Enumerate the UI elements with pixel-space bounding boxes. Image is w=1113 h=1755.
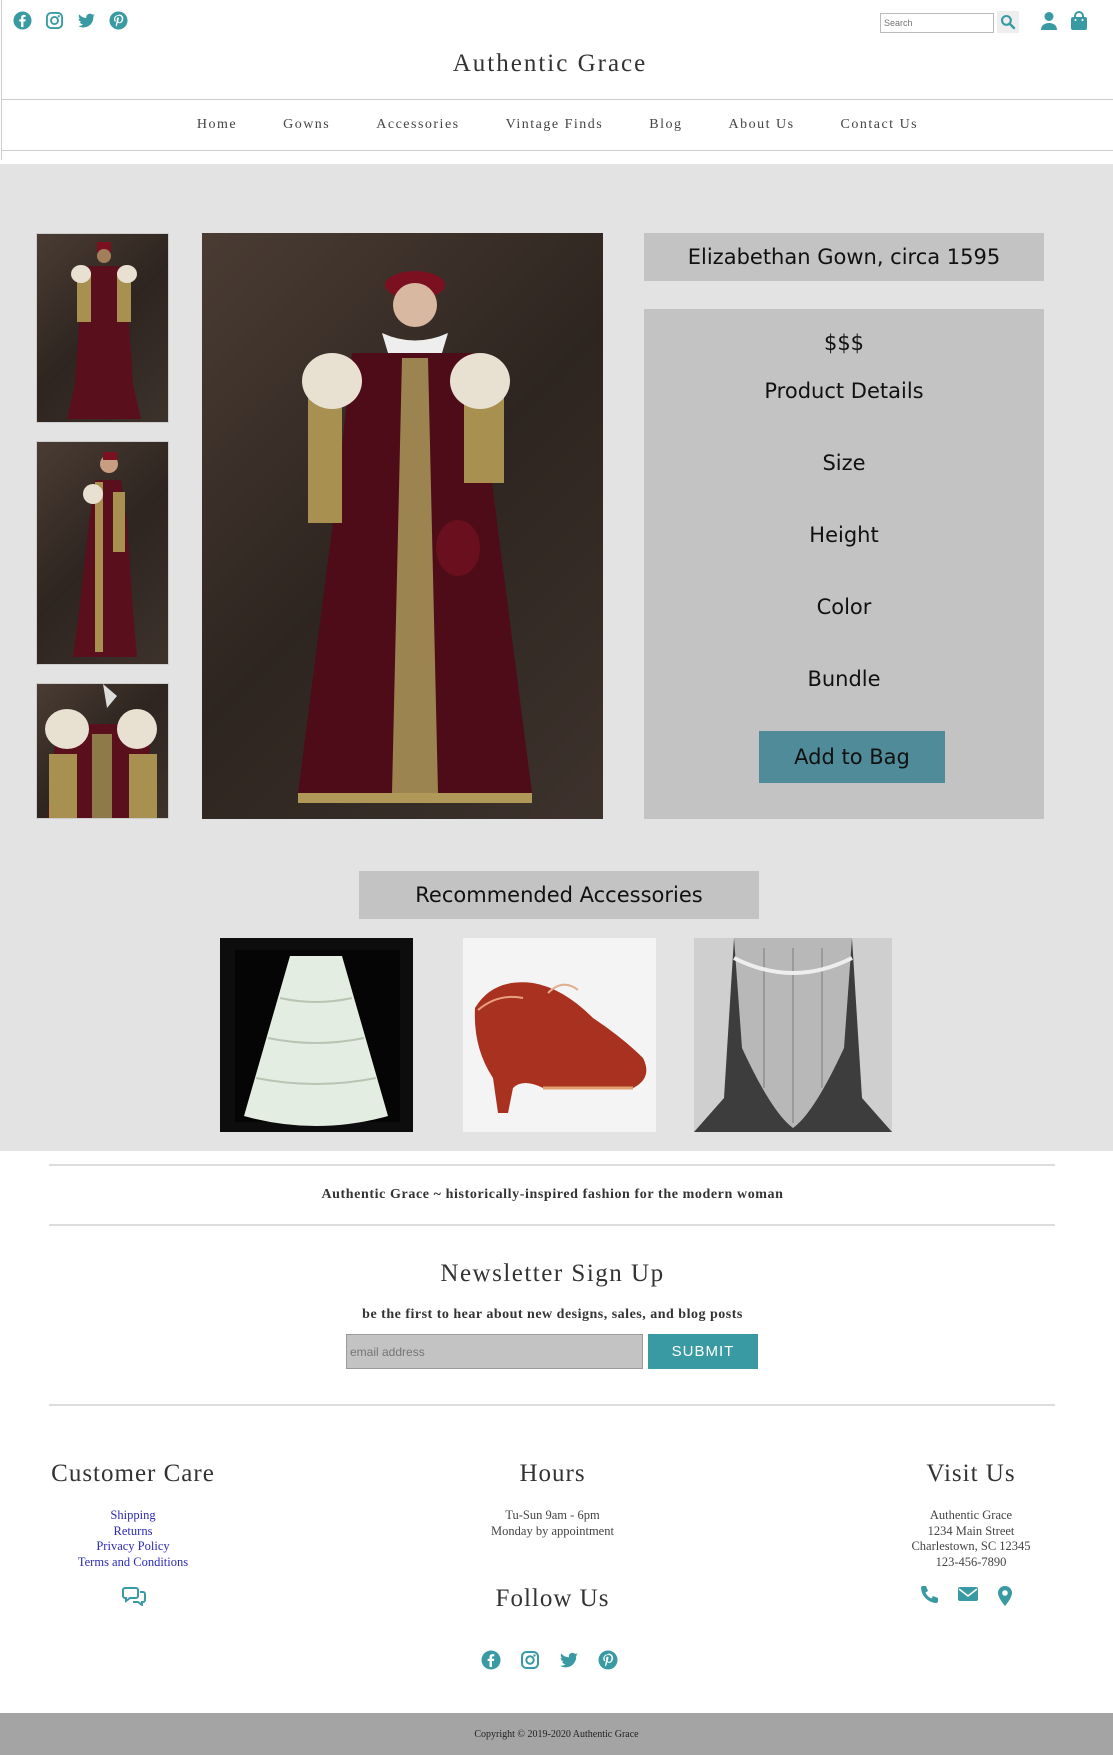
add-to-bag-button[interactable]: Add to Bag [759, 731, 945, 783]
copyright-bar: Copyright © 2019-2020 Authentic Grace [0, 1713, 1113, 1755]
site-title[interactable]: Authentic Grace [0, 50, 1100, 78]
search-input[interactable] [880, 13, 994, 33]
accessory-leather-shoe[interactable] [463, 938, 656, 1132]
hours-line: Monday by appointment [491, 1523, 614, 1538]
nav-item-contact-us[interactable]: Contact Us [818, 117, 942, 133]
returns-link[interactable]: Returns [0, 1524, 266, 1540]
product-thumbnail-detail[interactable] [36, 683, 169, 819]
customer-care-links: Shipping Returns Privacy Policy Terms an… [0, 1508, 266, 1570]
follow-us-title: Follow Us [495, 1585, 610, 1612]
header: Authentic Grace [0, 0, 1113, 100]
social-links-top [13, 11, 128, 30]
terms-link[interactable]: Terms and Conditions [0, 1555, 266, 1571]
visit-us-title: Visit Us [926, 1460, 1016, 1487]
submit-button[interactable]: SUBMIT [648, 1334, 758, 1369]
product-thumbnail-side[interactable] [36, 441, 169, 665]
divider [49, 1164, 1055, 1166]
address-text: Authentic Grace 1234 Main Street Charles… [856, 1508, 1086, 1570]
hours-title: Hours [519, 1460, 586, 1487]
product-price: $$$ [823, 331, 865, 355]
instagram-icon[interactable] [520, 1650, 539, 1669]
hours-line: Tu-Sun 9am - 6pm [505, 1508, 600, 1522]
shipping-link[interactable]: Shipping [0, 1508, 266, 1524]
customer-care-title: Customer Care [51, 1460, 215, 1487]
address-line: Charlestown, SC 12345 [911, 1539, 1031, 1553]
phone-number: 123-456-7890 [935, 1554, 1007, 1569]
search-icon [1000, 14, 1016, 30]
nav-item-blog[interactable]: Blog [626, 117, 705, 133]
nav-item-vintage-finds[interactable]: Vintage Finds [483, 117, 627, 133]
facebook-icon[interactable] [13, 11, 32, 30]
instagram-icon[interactable] [45, 11, 64, 30]
social-links-footer [481, 1650, 618, 1670]
address-line: Authentic Grace [929, 1508, 1013, 1522]
bundle-option[interactable]: Bundle [644, 667, 1044, 691]
accessory-corset[interactable] [694, 938, 892, 1132]
height-option[interactable]: Height [644, 523, 1044, 547]
recommended-title: Recommended Accessories [359, 871, 759, 919]
copyright-text: Copyright © 2019-2020 Authentic Grace [474, 1728, 639, 1740]
size-option[interactable]: Size [644, 451, 1044, 475]
twitter-icon[interactable] [77, 11, 96, 30]
nav-item-about-us[interactable]: About Us [705, 117, 817, 133]
product-thumbnail-back[interactable] [36, 233, 169, 423]
divider [49, 1404, 1055, 1406]
main-nav: Home Gowns Accessories Vintage Finds Blo… [2, 99, 1113, 151]
phone-icon[interactable] [919, 1585, 939, 1612]
shopping-bag-icon[interactable] [1070, 11, 1088, 31]
nav-item-gowns[interactable]: Gowns [260, 117, 353, 133]
divider [49, 1224, 1055, 1226]
privacy-policy-link[interactable]: Privacy Policy [0, 1539, 266, 1555]
newsletter-title: Newsletter Sign Up [440, 1260, 665, 1287]
facebook-icon[interactable] [481, 1650, 501, 1670]
map-pin-icon[interactable] [997, 1585, 1013, 1612]
nav-item-home[interactable]: Home [174, 117, 260, 133]
nav-item-accessories[interactable]: Accessories [353, 117, 482, 133]
address-line: 1234 Main Street [927, 1523, 1015, 1538]
newsletter-subtitle: be the first to hear about new designs, … [362, 1307, 743, 1322]
chat-icon[interactable] [122, 1586, 146, 1611]
product-details-panel: $$$ Product Details Size Height Color Bu… [644, 309, 1044, 819]
product-main-image[interactable] [202, 233, 603, 819]
product-details-label: Product Details [764, 379, 924, 403]
color-option[interactable]: Color [644, 595, 1044, 619]
footer-tagline: Authentic Grace ~ historically-inspired … [321, 1187, 784, 1202]
twitter-icon[interactable] [559, 1650, 578, 1669]
hours-text: Tu-Sun 9am - 6pm Monday by appointment [404, 1508, 701, 1539]
email-icon[interactable] [957, 1585, 979, 1612]
accessory-hoop-skirt[interactable] [220, 938, 413, 1132]
product-title: Elizabethan Gown, circa 1595 [644, 233, 1044, 281]
search-button[interactable] [997, 11, 1019, 33]
account-icon[interactable] [1040, 11, 1058, 31]
contact-icons [919, 1585, 1013, 1612]
email-field[interactable] [346, 1334, 643, 1369]
pinterest-icon[interactable] [598, 1650, 618, 1670]
pinterest-icon[interactable] [109, 11, 128, 30]
